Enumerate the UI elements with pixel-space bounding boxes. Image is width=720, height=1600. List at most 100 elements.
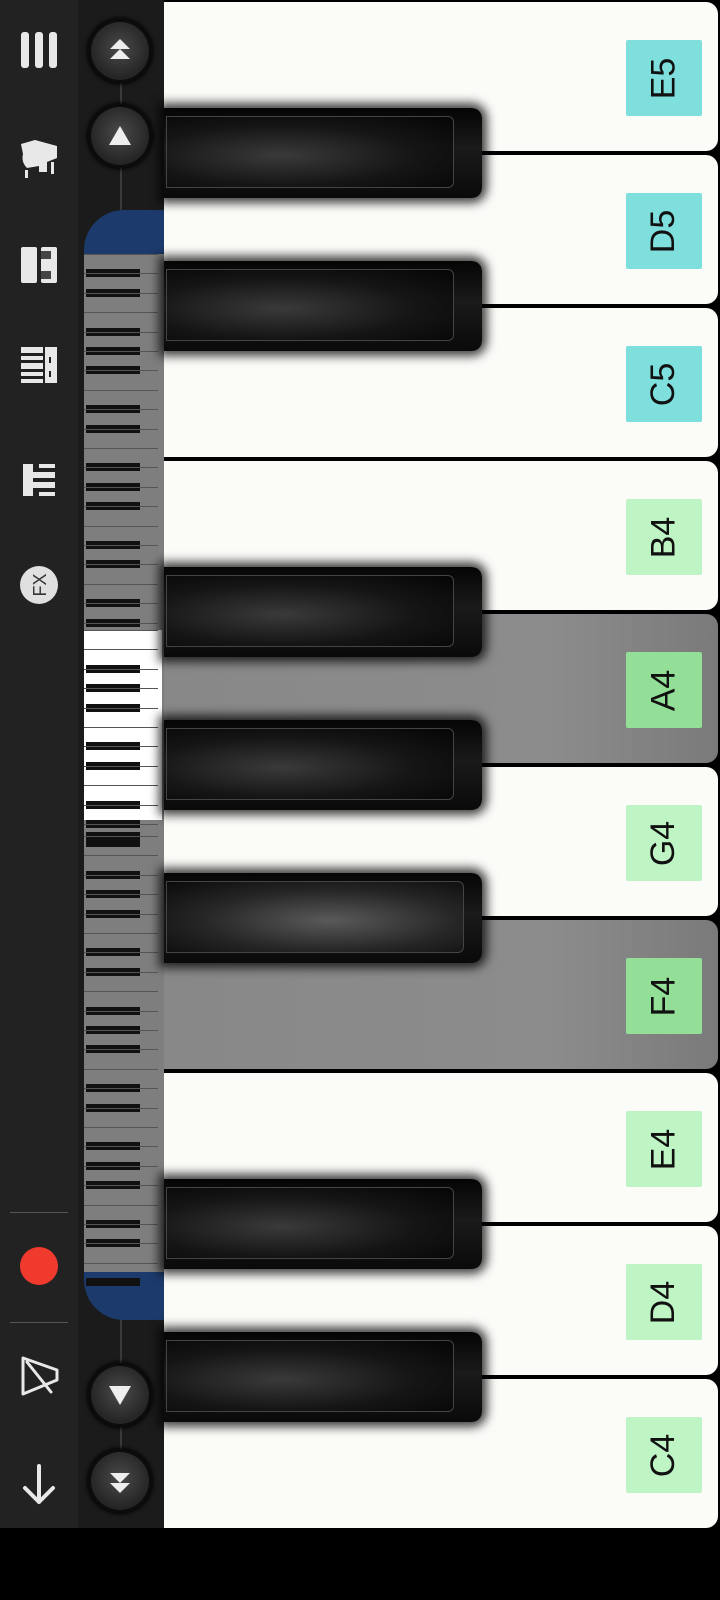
minimap-key-divider [84, 1243, 158, 1245]
minimap-key-divider [84, 1146, 158, 1148]
minimap-viewport[interactable] [84, 630, 162, 848]
menu-icon [21, 32, 57, 68]
chevron-up-icon [109, 126, 131, 145]
grand-piano-icon [21, 140, 57, 178]
black-key[interactable] [164, 108, 482, 198]
minimap-key-divider [84, 564, 158, 566]
minimap-viewport-divider [84, 649, 158, 651]
minimap-key-divider [84, 894, 158, 896]
minimap-key-divider [84, 1088, 158, 1090]
black-key[interactable] [164, 873, 482, 963]
minimap-viewport-divider [84, 727, 158, 728]
instrument-button[interactable] [9, 128, 69, 188]
note-label-text: C5 [644, 362, 683, 406]
black-key[interactable] [164, 261, 482, 351]
note-label: E5 [626, 40, 702, 116]
black-key-face [166, 575, 454, 647]
minimap-key-divider [84, 874, 158, 876]
note-label-text: B4 [644, 516, 683, 558]
note-label-text: E4 [644, 1128, 683, 1170]
black-key-face [166, 1340, 454, 1412]
black-key[interactable] [164, 720, 482, 810]
black-key[interactable] [164, 1332, 482, 1422]
minimap-key-divider [84, 1165, 158, 1167]
layout-button[interactable] [9, 235, 69, 295]
minimap-viewport-black-key [86, 839, 140, 848]
dual-keyboard-icon [21, 247, 57, 283]
minimap-key-divider [84, 506, 158, 508]
minimap-key-divider [84, 486, 158, 488]
toolbar-divider [10, 1212, 68, 1213]
note-label-text: F4 [644, 976, 683, 1016]
minimap-key-divider [84, 952, 158, 954]
note-label-text: E5 [644, 57, 683, 99]
note-label: E4 [626, 1111, 702, 1187]
note-label: C4 [626, 1417, 702, 1493]
minimap-key-divider [84, 409, 158, 411]
note-label: D5 [626, 193, 702, 269]
black-key[interactable] [164, 567, 482, 657]
note-label-text: A4 [644, 669, 683, 711]
minimap-key-divider [84, 448, 158, 449]
record-icon [20, 1247, 58, 1285]
chords-button[interactable] [9, 450, 69, 510]
navigation-panel [78, 0, 164, 1528]
note-label-text: G4 [644, 820, 683, 866]
fx-button[interactable]: FX [9, 555, 69, 615]
minimap-key-divider [84, 836, 158, 837]
minimap-key-divider [84, 1107, 158, 1109]
minimap-key-divider [84, 1030, 158, 1031]
note-label-text: D4 [644, 1280, 683, 1324]
minimap-key-divider [84, 933, 158, 934]
octave-down-button[interactable] [91, 1452, 149, 1510]
minimap-key-divider [84, 273, 158, 275]
chord-icon [23, 464, 55, 496]
minimap-key-divider [84, 1127, 158, 1128]
black-key-face [166, 269, 454, 341]
key-up-button[interactable] [91, 107, 149, 165]
minimap-key-divider [84, 254, 158, 255]
download-button[interactable] [9, 1454, 69, 1514]
minimap-key-divider [84, 913, 158, 915]
minimap-key-divider [84, 991, 158, 993]
key-down-button[interactable] [91, 1366, 149, 1424]
minimap-viewport-divider [84, 707, 158, 709]
minimap-viewport-divider [84, 785, 158, 787]
minimap-viewport-divider [84, 630, 158, 631]
octave-up-button[interactable] [91, 22, 149, 80]
piano-keyboard: E5 D5 C5 B4 A4 G4 F4 E4 D4 C4 [164, 0, 720, 1528]
minimap-key-divider [84, 292, 158, 294]
minimap-key-divider [84, 545, 158, 546]
black-key-face [166, 1187, 454, 1259]
note-label: D4 [626, 1264, 702, 1340]
menu-button[interactable] [9, 20, 69, 80]
fx-icon: FX [20, 566, 58, 604]
black-key-face [166, 116, 454, 188]
minimap-key-divider [84, 525, 158, 527]
minimap-key-divider [84, 1010, 158, 1012]
metronome-button[interactable] [9, 1346, 69, 1406]
minimap-viewport-divider [84, 824, 158, 825]
minimap-viewport-divider [84, 746, 158, 748]
black-key-face [166, 881, 464, 953]
toolbar: FX [0, 0, 78, 1528]
minimap-key-divider [84, 467, 158, 469]
note-label: B4 [626, 499, 702, 575]
minimap-key-divider [84, 312, 158, 314]
minimap-key-divider [84, 389, 158, 391]
minimap-black-key [86, 1278, 140, 1287]
note-label: F4 [626, 958, 702, 1034]
record-button[interactable] [9, 1236, 69, 1296]
keys-button[interactable] [9, 335, 69, 395]
minimap-key-divider [84, 370, 158, 372]
minimap-viewport-divider [84, 804, 158, 806]
minimap-key-divider [84, 351, 158, 352]
minimap-viewport-divider [84, 688, 158, 690]
note-label-text: C4 [644, 1433, 683, 1477]
minimap-key-divider [84, 428, 158, 430]
piano-keys-icon [21, 347, 57, 383]
black-key[interactable] [164, 1179, 482, 1269]
keyboard-minimap[interactable] [84, 210, 164, 1320]
minimap-key-divider [84, 583, 158, 585]
fx-label: FX [30, 573, 50, 596]
